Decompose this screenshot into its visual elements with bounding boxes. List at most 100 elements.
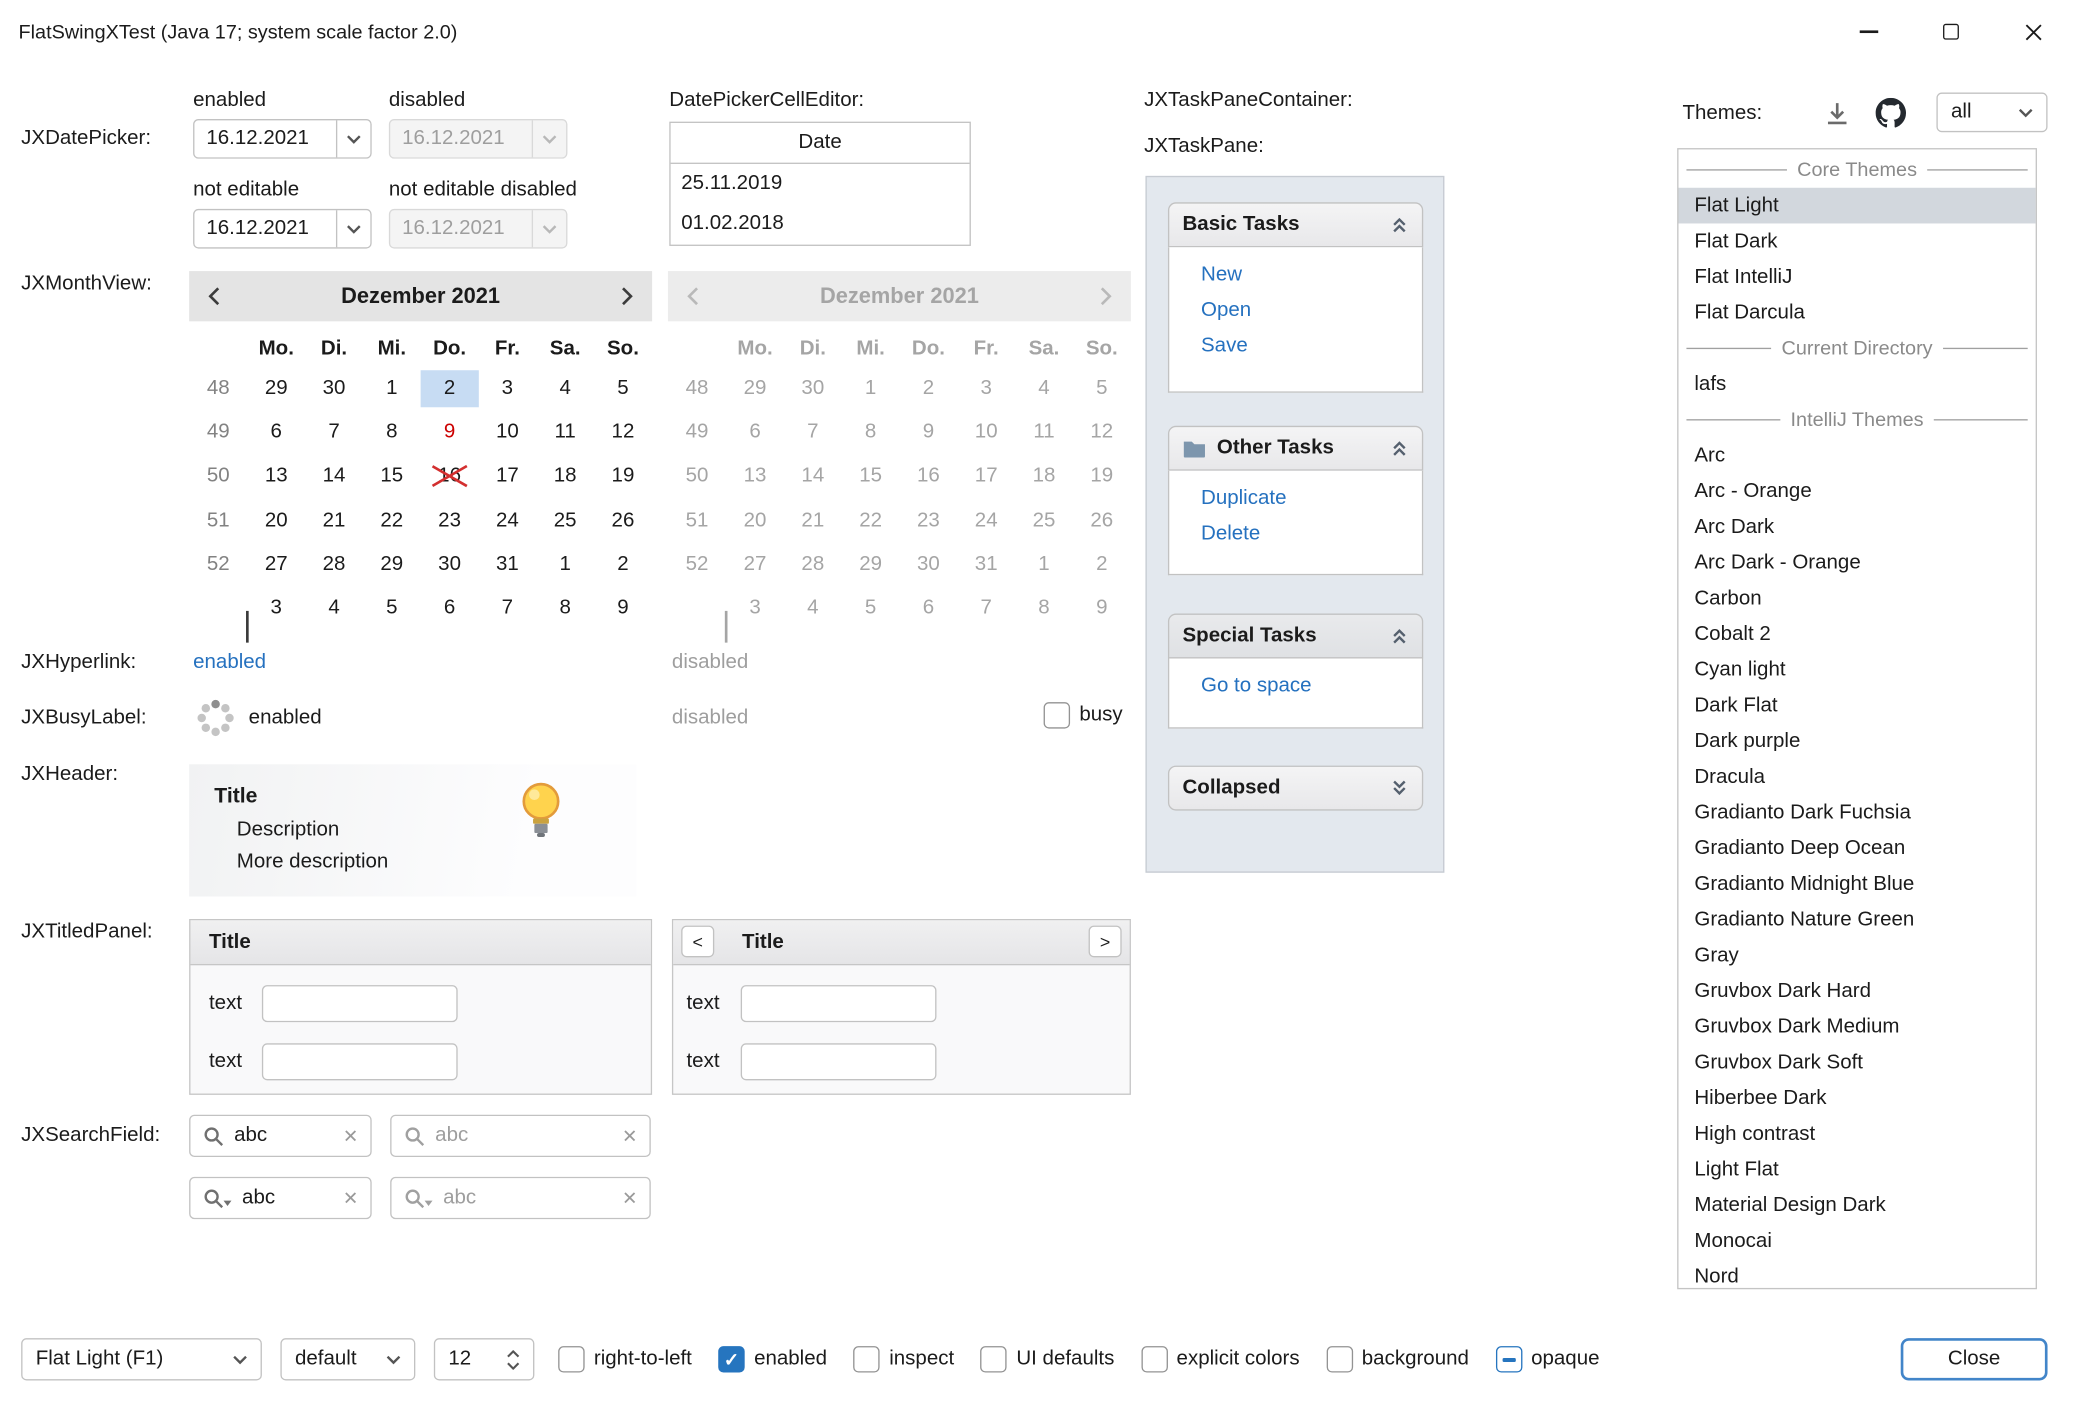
theme-item[interactable]: Nord <box>1679 1259 2036 1289</box>
day-cell[interactable]: 5 <box>363 590 421 627</box>
clear-x-icon[interactable]: ✕ <box>343 1187 359 1209</box>
day-cell[interactable]: 10 <box>478 414 536 451</box>
text-input-1[interactable] <box>741 985 937 1022</box>
searchfield-3[interactable]: ✕ <box>189 1177 372 1219</box>
day-cell[interactable]: 13 <box>247 458 305 495</box>
theme-item[interactable]: Arc Dark <box>1679 509 2036 545</box>
day-cell[interactable]: 19 <box>594 458 652 495</box>
day-cell[interactable]: 30 <box>421 546 479 583</box>
datepicker-enabled[interactable]: 16.12.2021 <box>193 119 372 159</box>
day-cell[interactable]: 3 <box>247 590 305 627</box>
search-input[interactable] <box>435 1124 613 1148</box>
table-column-header[interactable]: Date <box>671 123 970 164</box>
day-cell[interactable]: 26 <box>594 502 652 539</box>
theme-item[interactable]: Carbon <box>1679 580 2036 616</box>
day-cell[interactable]: 17 <box>478 458 536 495</box>
taskpane-header[interactable]: Other Tasks <box>1168 426 1423 471</box>
datepicker-dropdown-button[interactable] <box>336 210 370 247</box>
day-cell[interactable]: 9 <box>421 414 479 451</box>
day-cell[interactable]: 6 <box>247 414 305 451</box>
theme-item[interactable]: High contrast <box>1679 1116 2036 1152</box>
day-cell[interactable]: 21 <box>305 502 363 539</box>
text-input-1[interactable] <box>262 985 458 1022</box>
option-checkbox[interactable]: enabled <box>718 1346 827 1372</box>
theme-item[interactable]: Arc Dark - Orange <box>1679 545 2036 581</box>
theme-item[interactable]: Core Themes <box>1679 152 2036 188</box>
theme-item[interactable]: Light Flat <box>1679 1152 2036 1188</box>
day-cell[interactable]: 3 <box>478 370 536 407</box>
day-cell[interactable]: 18 <box>536 458 594 495</box>
search-input[interactable] <box>234 1124 334 1148</box>
table-row[interactable]: 25.11.2019 <box>671 164 970 204</box>
checkbox-box[interactable] <box>853 1346 879 1372</box>
day-cell[interactable]: 22 <box>363 502 421 539</box>
minimize-button[interactable] <box>1828 0 1910 63</box>
spinner-arrows[interactable] <box>507 1349 520 1369</box>
task-link[interactable]: Go to space <box>1201 674 1422 698</box>
prev-month-button[interactable] <box>208 287 220 306</box>
busy-checkbox[interactable]: busy <box>1044 702 1123 728</box>
theme-item[interactable]: lafs <box>1679 366 2036 402</box>
theme-item[interactable]: Arc <box>1679 438 2036 474</box>
theme-item[interactable]: Current Directory <box>1679 331 2036 367</box>
task-link[interactable]: Save <box>1201 335 1422 359</box>
day-cell[interactable]: 7 <box>305 414 363 451</box>
theme-item[interactable]: Monocai <box>1679 1223 2036 1259</box>
day-cell[interactable]: 29 <box>363 546 421 583</box>
day-cell[interactable]: 20 <box>247 502 305 539</box>
datepicker-not-editable[interactable]: 16.12.2021 <box>193 209 372 249</box>
themes-filter-combo[interactable]: all <box>1936 93 2047 133</box>
laf-combo[interactable]: Flat Light (F1) <box>21 1338 262 1380</box>
titledpanel-left-button[interactable]: < <box>681 926 714 958</box>
table-row[interactable]: 01.02.2018 <box>671 204 970 244</box>
checkbox-box[interactable] <box>558 1346 584 1372</box>
datepicker-value[interactable]: 16.12.2021 <box>194 127 336 151</box>
day-cell[interactable]: 8 <box>363 414 421 451</box>
theme-item[interactable]: Cyan light <box>1679 652 2036 688</box>
day-cell[interactable]: 28 <box>305 546 363 583</box>
theme-item[interactable]: Gruvbox Dark Hard <box>1679 973 2036 1009</box>
day-cell[interactable]: 5 <box>594 370 652 407</box>
double-chevron-down-icon[interactable] <box>1390 779 1409 798</box>
celleditor-table[interactable]: Date 25.11.201901.02.2018 <box>669 122 971 246</box>
option-checkbox[interactable]: inspect <box>853 1346 954 1372</box>
checkbox-box[interactable] <box>1141 1346 1167 1372</box>
checkbox-box[interactable] <box>718 1346 744 1372</box>
search-input[interactable] <box>443 1186 613 1210</box>
task-link[interactable]: Delete <box>1201 522 1422 546</box>
task-link[interactable]: Duplicate <box>1201 487 1422 511</box>
font-size-spinner[interactable]: 12 <box>434 1338 535 1380</box>
magnifier-menu-icon[interactable] <box>202 1187 232 1209</box>
option-checkbox[interactable]: background <box>1326 1346 1469 1372</box>
day-cell[interactable]: 15 <box>363 458 421 495</box>
magnifier-menu-icon[interactable] <box>403 1187 433 1209</box>
day-cell[interactable]: 1 <box>363 370 421 407</box>
datepicker-dropdown-button[interactable] <box>336 120 370 157</box>
theme-item[interactable]: Dracula <box>1679 759 2036 795</box>
day-cell[interactable]: 4 <box>536 370 594 407</box>
theme-item[interactable]: Hiberbee Dark <box>1679 1080 2036 1116</box>
monthview-enabled[interactable]: Dezember 2021 Mo.Di.Mi.Do.Fr.Sa.So. 48 2… <box>189 271 652 635</box>
option-checkbox[interactable]: right-to-left <box>558 1346 692 1372</box>
day-cell[interactable]: 23 <box>421 502 479 539</box>
clear-x-icon[interactable]: ✕ <box>343 1125 359 1147</box>
theme-item[interactable]: Dark Flat <box>1679 688 2036 724</box>
close-button[interactable]: Close <box>1901 1338 2048 1380</box>
theme-item[interactable]: Flat Dark <box>1679 223 2036 259</box>
day-cell[interactable]: 8 <box>536 590 594 627</box>
theme-item[interactable]: Cobalt 2 <box>1679 616 2036 652</box>
theme-item[interactable]: Gruvbox Dark Medium <box>1679 1009 2036 1045</box>
next-month-button[interactable] <box>622 287 634 306</box>
option-checkbox[interactable]: explicit colors <box>1141 1346 1300 1372</box>
theme-item[interactable]: Flat Darcula <box>1679 295 2036 331</box>
text-input-2[interactable] <box>262 1043 458 1080</box>
day-cell[interactable]: 25 <box>536 502 594 539</box>
theme-item[interactable]: Material Design Dark <box>1679 1187 2036 1223</box>
theme-item[interactable]: Flat Light <box>1679 188 2036 224</box>
day-cell[interactable]: 24 <box>478 502 536 539</box>
clear-x-icon[interactable]: ✕ <box>622 1125 638 1147</box>
search-input[interactable] <box>242 1186 334 1210</box>
datepicker-value[interactable]: 16.12.2021 <box>194 217 336 241</box>
double-chevron-up-icon[interactable] <box>1390 439 1409 458</box>
theme-item[interactable]: Flat IntelliJ <box>1679 259 2036 295</box>
